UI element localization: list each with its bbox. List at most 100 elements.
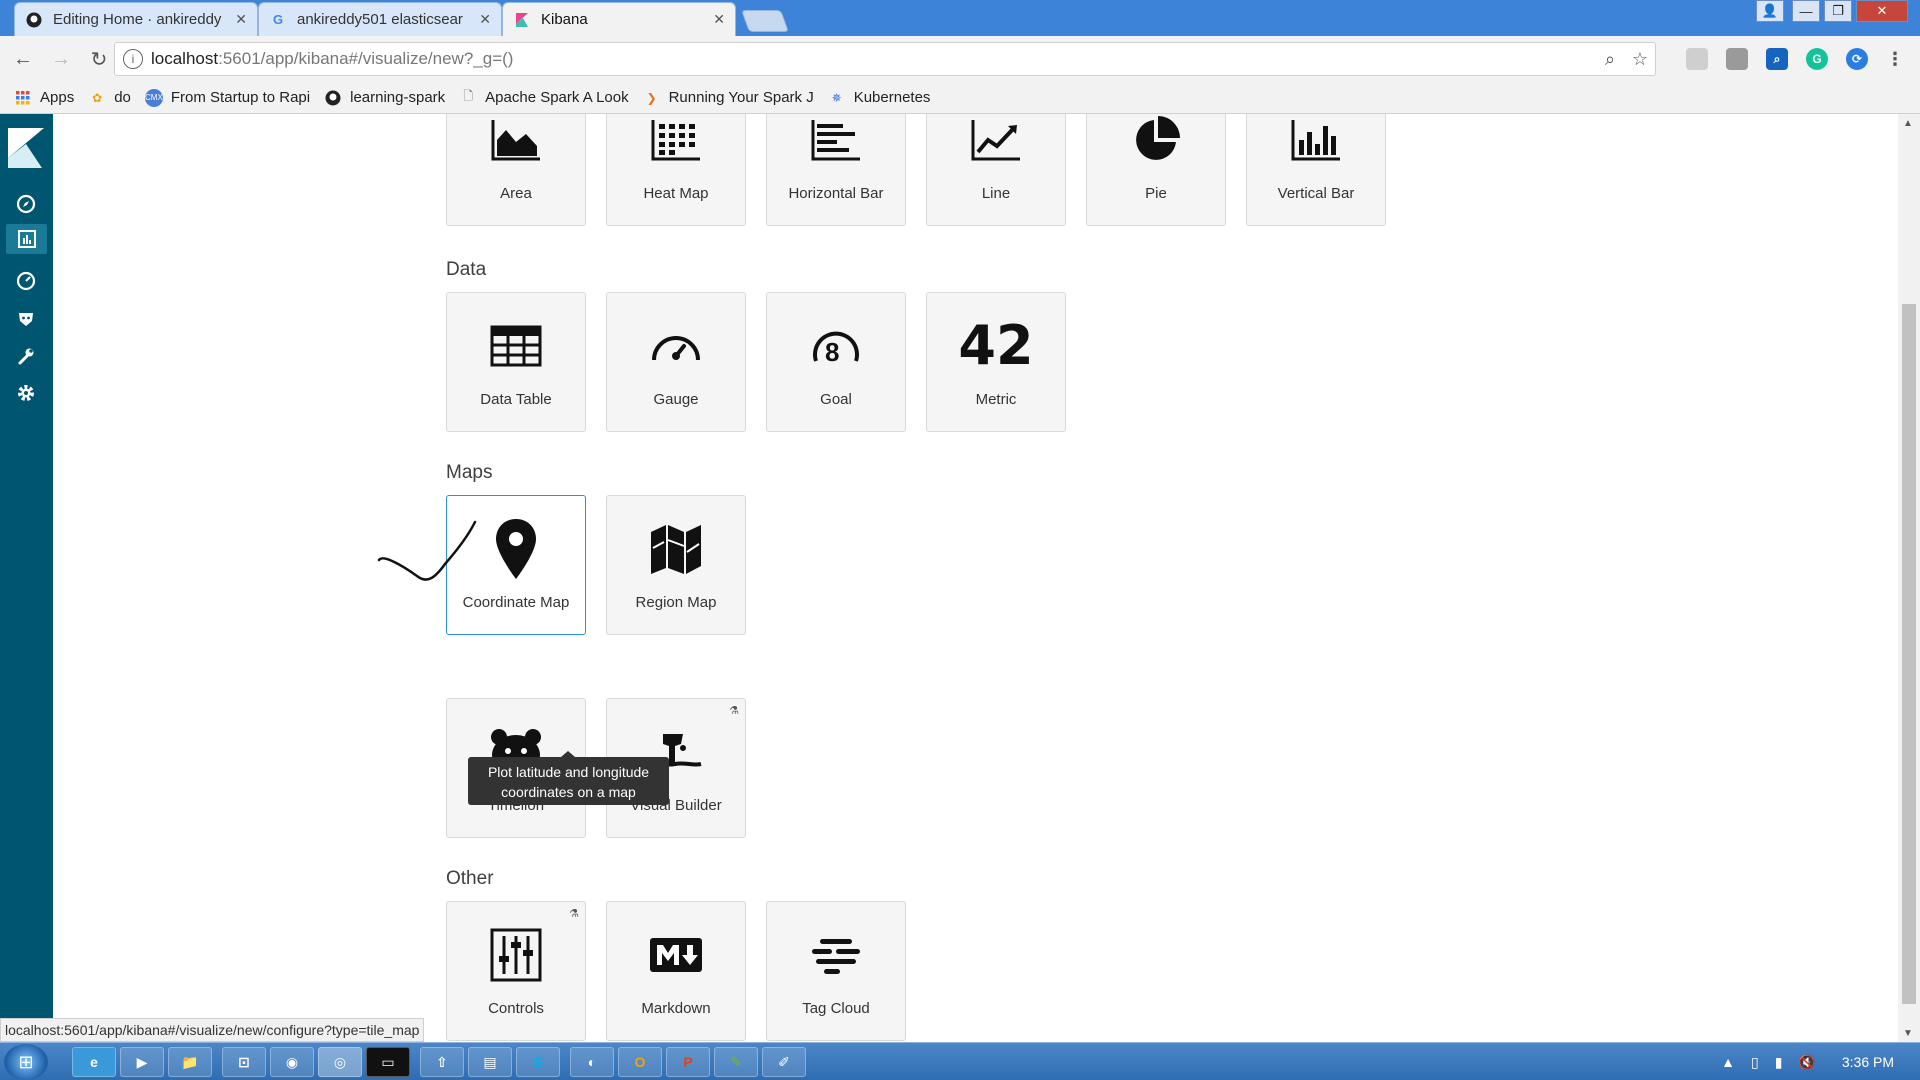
section-title-data: Data bbox=[446, 259, 487, 280]
card-markdown[interactable]: Markdown bbox=[606, 901, 746, 1041]
bookmark-kubernetes[interactable]: ✵ Kubernetes bbox=[828, 89, 931, 107]
globe-app-icon[interactable]: ◐ bbox=[570, 1047, 614, 1077]
bookmark-label: do bbox=[114, 89, 131, 106]
card-goal[interactable]: 8 Goal bbox=[766, 292, 906, 432]
card-label: Coordinate Map bbox=[462, 594, 570, 611]
visualize-chart-icon[interactable] bbox=[6, 224, 47, 254]
card-area[interactable]: Area bbox=[446, 114, 586, 226]
tab-kibana[interactable]: Kibana ✕ bbox=[502, 2, 736, 36]
paint-icon[interactable]: ✐ bbox=[762, 1047, 806, 1077]
extension-icon[interactable] bbox=[1686, 48, 1708, 70]
search-extension-icon[interactable]: ⌕ bbox=[1766, 48, 1788, 70]
card-gauge[interactable]: Gauge bbox=[606, 292, 746, 432]
bookmark-running-spark[interactable]: ❯ Running Your Spark J bbox=[643, 89, 814, 107]
tab-title: Editing Home · ankireddy bbox=[53, 11, 222, 28]
powerpoint-icon[interactable]: P bbox=[666, 1047, 710, 1077]
notepad-icon[interactable]: ✎ bbox=[714, 1047, 758, 1077]
skype-tray-icon[interactable]: ◉ bbox=[270, 1047, 314, 1077]
minimize-button[interactable]: — bbox=[1792, 0, 1820, 22]
volume-muted-icon[interactable]: 🔇 bbox=[1798, 1054, 1815, 1071]
window-close-button[interactable]: ✕ bbox=[1856, 0, 1908, 22]
kibana-logo[interactable] bbox=[8, 128, 44, 168]
tooltip-line: coordinates on a map bbox=[501, 784, 636, 800]
bookmark-apache-spark[interactable]: 🗋 Apache Spark A Look bbox=[459, 89, 628, 107]
card-line[interactable]: Line bbox=[926, 114, 1066, 226]
close-icon[interactable]: ✕ bbox=[713, 11, 725, 28]
tab-google-search[interactable]: G ankireddy501 elasticsear ✕ bbox=[258, 2, 502, 36]
management-gear-icon[interactable] bbox=[14, 381, 38, 405]
bookmark-learning-spark[interactable]: learning-spark bbox=[324, 89, 445, 107]
menu-dots-icon[interactable]: ⋮ bbox=[1884, 48, 1906, 70]
discover-compass-icon[interactable] bbox=[14, 192, 38, 216]
file-explorer-icon[interactable]: 📁 bbox=[168, 1047, 212, 1077]
close-icon[interactable]: ✕ bbox=[479, 11, 491, 28]
start-button[interactable]: ⊞ bbox=[4, 1044, 48, 1080]
card-controls[interactable]: ⚗ Controls bbox=[446, 901, 586, 1041]
extension-icon[interactable] bbox=[1726, 48, 1748, 70]
page-scrollbar[interactable]: ▲ ▼ bbox=[1898, 114, 1920, 1042]
grammarly-icon[interactable]: G bbox=[1806, 48, 1828, 70]
card-region-map[interactable]: Region Map bbox=[606, 495, 746, 635]
arrow-icon: ❯ bbox=[646, 90, 657, 105]
bookmark-label: Apps bbox=[40, 89, 75, 106]
ie-icon[interactable]: e bbox=[72, 1047, 116, 1077]
card-horizontal-bar[interactable]: Horizontal Bar bbox=[766, 114, 906, 226]
windows-taskbar: ⊞ e ▶ 📁 ⊡ ◉ ◎ ▭ ⇧ ▤ S ◐ O P ✎ ✐ ▲ ▯ ▮ 🔇 … bbox=[0, 1042, 1920, 1080]
table-icon bbox=[481, 315, 551, 377]
scroll-up-arrow-icon[interactable]: ▲ bbox=[1903, 118, 1913, 129]
experimental-flask-icon: ⚗ bbox=[729, 705, 739, 717]
skype-icon[interactable]: S bbox=[516, 1047, 560, 1077]
outlook-icon[interactable]: O bbox=[618, 1047, 662, 1077]
card-metric[interactable]: 42 Metric bbox=[926, 292, 1066, 432]
chrome-icon[interactable]: ◎ bbox=[318, 1047, 362, 1077]
card-label: Vertical Bar bbox=[1277, 185, 1355, 202]
card-heat-map[interactable]: Heat Map bbox=[606, 114, 746, 226]
bookmark-apps[interactable]: Apps bbox=[14, 89, 74, 107]
network-signal-icon[interactable]: ▮ bbox=[1775, 1054, 1783, 1071]
sync-extension-icon[interactable]: ⟳ bbox=[1846, 48, 1868, 70]
bookmark-do[interactable]: ✿ do bbox=[88, 89, 131, 107]
bookmark-startup[interactable]: CMX From Startup to Rapi bbox=[144, 88, 311, 107]
markdown-icon bbox=[641, 924, 711, 986]
taskbar-clock[interactable]: 3:36 PM bbox=[1842, 1054, 1894, 1070]
heat-map-icon bbox=[641, 114, 711, 171]
card-data-table[interactable]: Data Table bbox=[446, 292, 586, 432]
visualization-type-picker: Area Heat Map Horizontal Bar Line Pie Ve… bbox=[53, 114, 1898, 1042]
address-bar[interactable]: i localhost:5601/app/kibana#/visualize/n… bbox=[114, 42, 1656, 76]
media-player-icon[interactable]: ▶ bbox=[120, 1047, 164, 1077]
upload-app-icon[interactable]: ⇧ bbox=[420, 1047, 464, 1077]
back-arrow-icon[interactable]: ← bbox=[8, 44, 38, 74]
maximize-button[interactable]: ❐ bbox=[1824, 0, 1852, 22]
bookmark-label: From Startup to Rapi bbox=[170, 89, 311, 106]
close-icon[interactable]: ✕ bbox=[235, 11, 247, 28]
status-url-bubble: localhost:5601/app/kibana#/visualize/new… bbox=[0, 1018, 425, 1042]
pie-chart-icon bbox=[1121, 114, 1191, 171]
document-app-icon[interactable]: ▤ bbox=[468, 1047, 512, 1077]
scroll-down-arrow-icon[interactable]: ▼ bbox=[1903, 1028, 1913, 1039]
reload-icon[interactable]: ↻ bbox=[84, 44, 114, 74]
timelion-shield-icon[interactable] bbox=[14, 307, 38, 331]
apps-grid-icon bbox=[14, 89, 32, 107]
forward-arrow-icon[interactable]: → bbox=[46, 44, 76, 74]
card-label: Data Table bbox=[480, 391, 552, 408]
tab-github-editing[interactable]: Editing Home · ankireddy ✕ bbox=[14, 2, 258, 36]
tray-expand-icon[interactable]: ▲ bbox=[1721, 1054, 1735, 1070]
remote-desktop-icon[interactable]: ⊡ bbox=[222, 1047, 266, 1077]
kubernetes-icon: ✵ bbox=[831, 90, 842, 105]
dashboard-gauge-icon[interactable] bbox=[14, 269, 38, 293]
scroll-thumb[interactable] bbox=[1902, 304, 1916, 1004]
zoom-icon[interactable]: ⌕ bbox=[1595, 49, 1625, 70]
dev-tools-wrench-icon[interactable] bbox=[14, 344, 38, 368]
card-vertical-bar[interactable]: Vertical Bar bbox=[1246, 114, 1386, 226]
user-profile-button[interactable]: 👤 bbox=[1756, 0, 1784, 22]
card-label: Heat Map bbox=[643, 185, 709, 202]
card-pie[interactable]: Pie bbox=[1086, 114, 1226, 226]
new-tab-button[interactable] bbox=[740, 10, 790, 32]
address-url[interactable]: localhost:5601/app/kibana#/visualize/new… bbox=[151, 49, 1595, 69]
battery-icon[interactable]: ▯ bbox=[1751, 1054, 1759, 1071]
terminal-icon[interactable]: ▭ bbox=[366, 1047, 410, 1077]
info-icon[interactable]: i bbox=[123, 49, 143, 69]
bookmark-star-icon[interactable]: ☆ bbox=[1625, 49, 1655, 70]
card-tag-cloud[interactable]: Tag Cloud bbox=[766, 901, 906, 1041]
goal-icon: 8 bbox=[801, 315, 871, 377]
